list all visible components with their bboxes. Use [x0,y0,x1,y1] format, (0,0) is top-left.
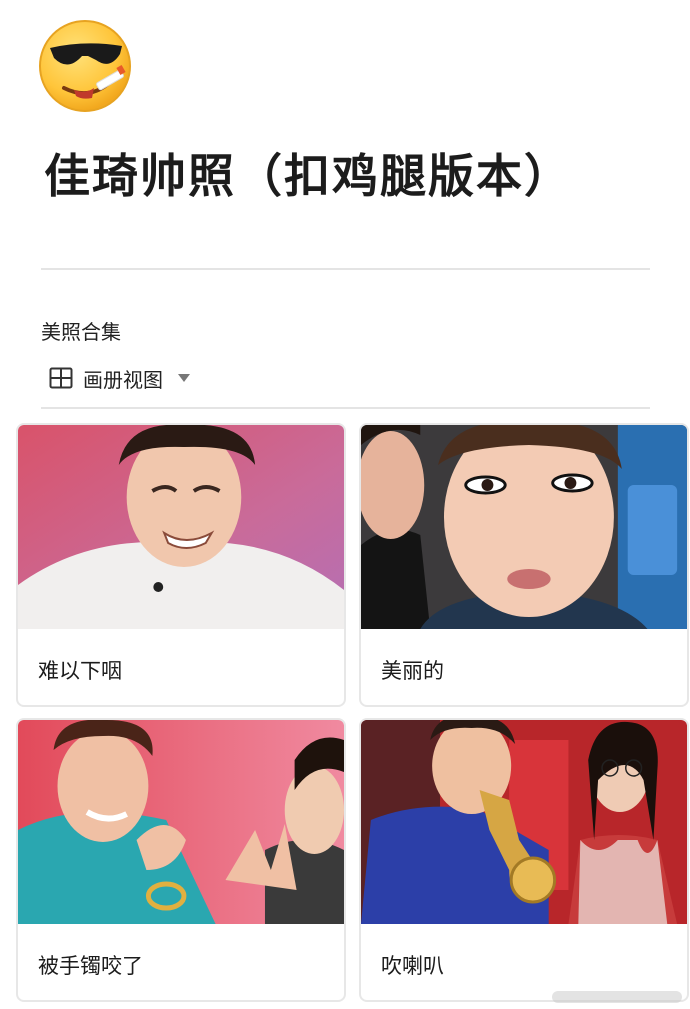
card-photo [361,720,687,924]
gallery-card[interactable]: 美丽的 [359,423,689,707]
gallery-grid-icon [49,367,73,389]
gallery-card[interactable]: 被手镯咬了 [16,718,346,1002]
card-photo [18,425,344,629]
gallery-card[interactable]: 难以下咽 [16,423,346,707]
card-caption: 美丽的 [381,659,444,683]
caret-down-icon [178,374,190,382]
card-caption: 吹喇叭 [381,954,444,978]
section-title: 美照合集 [41,320,121,344]
sunglasses-emoji-icon[interactable] [38,18,134,114]
view-label: 画册视图 [83,367,163,392]
title-divider [41,268,650,270]
gallery-card[interactable]: 吹喇叭 [359,718,689,1002]
card-caption: 被手镯咬了 [38,954,143,978]
page-title: 佳琦帅照（扣鸡腿版本） [44,149,572,203]
section-divider [41,407,650,409]
gallery-view-dropdown[interactable]: 画册视图 [49,362,191,394]
card-photo [361,425,687,629]
card-photo [18,720,344,924]
card-caption: 难以下咽 [38,659,122,683]
watermark [552,991,682,1003]
page: 佳琦帅照（扣鸡腿版本） 美照合集 画册视图 难以下咽 美丽的 被手镯咬了 吹喇叭 [0,0,690,1009]
